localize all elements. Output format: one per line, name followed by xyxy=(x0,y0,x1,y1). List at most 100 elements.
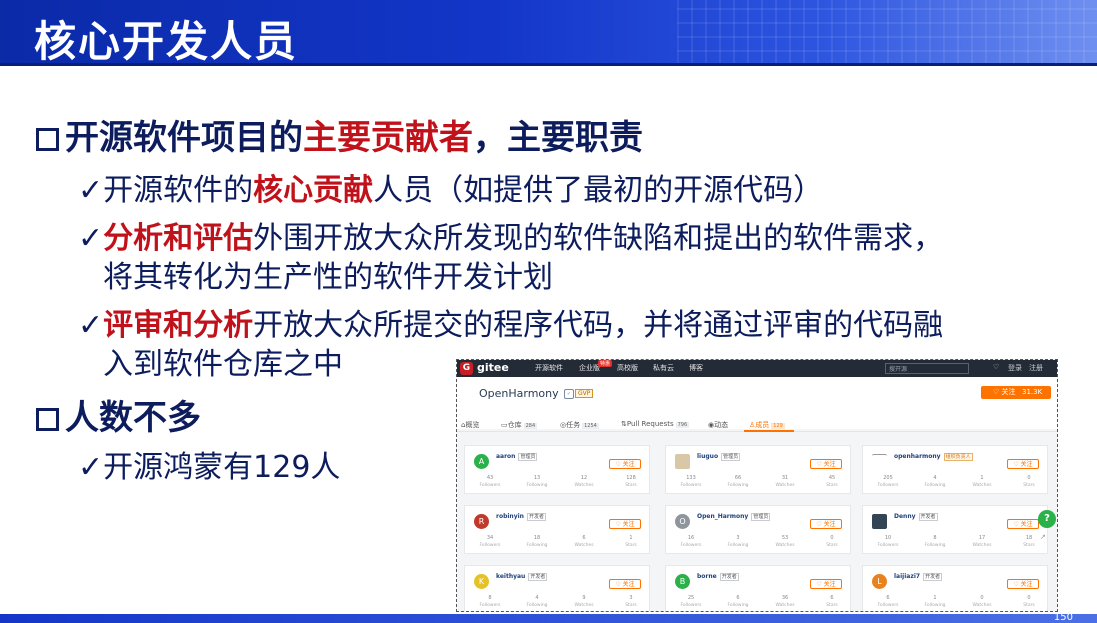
follow-button[interactable]: ♡ 关注 xyxy=(609,459,641,469)
member-stat[interactable]: 0 Stars xyxy=(817,535,847,548)
member-stat[interactable]: 1 Watches xyxy=(967,475,997,488)
member-stat[interactable]: 10 Followers xyxy=(873,535,903,548)
member-stat[interactable]: 0 Stars xyxy=(1014,595,1044,608)
member-stat[interactable]: 8 Followers xyxy=(475,595,505,608)
member-card[interactable]: Aaaron 管理员 ♡ 关注 43 Followers 13 Following 12 Wat… xyxy=(464,445,650,494)
member-stat[interactable]: 9 Watches xyxy=(569,595,599,608)
tab-activity[interactable]: ◉动态 xyxy=(708,420,728,430)
member-stat[interactable]: 3 Stars xyxy=(616,595,646,608)
gitee-brand[interactable]: gitee xyxy=(477,361,509,374)
member-stat[interactable]: 66 Following xyxy=(723,475,753,488)
member-stat[interactable]: 6 Stars xyxy=(817,595,847,608)
share-icon[interactable]: ↗ xyxy=(1040,533,1046,541)
member-stat[interactable]: 6 Watches xyxy=(569,535,599,548)
avatar[interactable]: O xyxy=(675,514,690,529)
member-stat[interactable]: 3 Following xyxy=(723,535,753,548)
avatar[interactable] xyxy=(872,454,887,470)
member-stat[interactable]: 128 Stars xyxy=(616,475,646,488)
member-stat[interactable]: 1 Following xyxy=(920,595,950,608)
member-stat[interactable]: 4 Following xyxy=(920,475,950,488)
follow-button[interactable]: ♡ 关注 xyxy=(1007,519,1039,529)
member-stat[interactable]: 6 Followers xyxy=(873,595,903,608)
member-card[interactable]: Bborne 开发者 ♡ 关注 25 Followers 6 Following 36 Watc… xyxy=(665,565,851,611)
avatar[interactable]: A xyxy=(474,454,489,469)
tab-pull-requests[interactable]: ⇅Pull Requests 796 xyxy=(621,420,690,428)
avatar[interactable] xyxy=(872,514,887,529)
member-stat[interactable]: 6 Following xyxy=(723,595,753,608)
follow-button[interactable]: ♡ 关注 xyxy=(810,579,842,589)
tab-members[interactable]: ♙成员 129 xyxy=(749,420,785,430)
follow-button[interactable]: ♡ 关注 xyxy=(609,579,641,589)
org-follow-button[interactable]: ♡ 关注 31.3K xyxy=(981,386,1051,399)
follow-button[interactable]: ♡ 关注 xyxy=(810,519,842,529)
member-stat[interactable]: 0 Stars xyxy=(1014,475,1044,488)
member-stat[interactable]: 12 Watches xyxy=(569,475,599,488)
member-name-text[interactable]: liuguo xyxy=(697,453,718,460)
register-link[interactable]: 注册 xyxy=(1029,363,1043,373)
member-stat[interactable]: 43 Followers xyxy=(475,475,505,488)
member-card[interactable]: Rrobinyin 开发者 ♡ 关注 34 Followers 18 Following 6 W… xyxy=(464,505,650,554)
member-stat[interactable]: 25 Followers xyxy=(676,595,706,608)
nav-item-private-cloud[interactable]: 私有云 xyxy=(653,363,674,373)
member-stat[interactable]: 18 Following xyxy=(522,535,552,548)
member-stat[interactable]: 4 Following xyxy=(522,595,552,608)
member-stat[interactable]: 205 Followers xyxy=(873,475,903,488)
org-name[interactable]: OpenHarmony xyxy=(479,387,559,400)
member-name-text[interactable]: laijiazi7 xyxy=(894,573,920,580)
member-name-text[interactable]: robinyin xyxy=(496,513,524,520)
member-name-text[interactable]: openharmony xyxy=(894,453,941,460)
tab-issues[interactable]: ◎任务 1254 xyxy=(560,420,599,430)
member-stat[interactable]: 13 Following xyxy=(522,475,552,488)
member-name-text[interactable]: Denny xyxy=(894,513,916,520)
search-input[interactable]: 搜开源 xyxy=(885,363,969,374)
member-name[interactable]: openharmony 组织负责人 xyxy=(894,453,973,461)
nav-item-blog[interactable]: 博客 xyxy=(689,363,703,373)
avatar[interactable]: B xyxy=(675,574,690,589)
member-name[interactable]: keithyau 开发者 xyxy=(496,573,548,581)
member-card[interactable]: openharmony 组织负责人 ♡ 关注 205 Followers 4 Followi… xyxy=(862,445,1048,494)
member-card[interactable]: O Open_Harmony 管理员 ♡ 关注 16 Followers 3 Followin… xyxy=(665,505,851,554)
login-link[interactable]: 登录 xyxy=(1008,363,1022,373)
member-name[interactable]: aaron 管理员 xyxy=(496,453,538,461)
avatar[interactable] xyxy=(675,454,690,469)
nav-item-university[interactable]: 高校版 xyxy=(617,363,638,373)
help-button[interactable]: ? xyxy=(1038,510,1056,528)
member-card[interactable]: Denny 开发者 ♡ 关注 10 Followers 8 Following 17 Watch… xyxy=(862,505,1048,554)
member-stat[interactable]: 34 Followers xyxy=(475,535,505,548)
member-stat[interactable]: 31 Watches xyxy=(770,475,800,488)
member-stat[interactable]: 17 Watches xyxy=(967,535,997,548)
member-stat[interactable]: 53 Watches xyxy=(770,535,800,548)
member-card[interactable]: liuguo 管理员 ♡ 关注 133 Followers 66 Following 31 Wa… xyxy=(665,445,851,494)
member-stat[interactable]: 0 Watches xyxy=(967,595,997,608)
member-name-text[interactable]: keithyau xyxy=(496,573,525,580)
member-stat[interactable]: 16 Followers xyxy=(676,535,706,548)
member-stat[interactable]: 36 Watches xyxy=(770,595,800,608)
member-stat[interactable]: 45 Stars xyxy=(817,475,847,488)
member-stat[interactable]: 133 Followers xyxy=(676,475,706,488)
tab-repos[interactable]: ▭仓库 284 xyxy=(501,420,538,430)
follow-button[interactable]: ♡ 关注 xyxy=(1007,459,1039,469)
member-name[interactable]: robinyin 开发者 xyxy=(496,513,546,521)
member-name[interactable]: Denny 开发者 xyxy=(894,513,938,521)
nav-item-enterprise[interactable]: 企业版 xyxy=(579,363,600,373)
nav-item-opensource[interactable]: 开源软件 xyxy=(535,363,563,373)
avatar[interactable]: R xyxy=(474,514,489,529)
member-name-text[interactable]: aaron xyxy=(496,453,515,460)
member-stat[interactable]: 1 Stars xyxy=(616,535,646,548)
gitee-logo-icon[interactable]: G xyxy=(460,362,473,375)
member-name[interactable]: borne 开发者 xyxy=(697,573,739,581)
avatar[interactable]: L xyxy=(872,574,887,589)
member-name-text[interactable]: Open_Harmony xyxy=(697,513,748,520)
member-card[interactable]: Kkeithyau 开发者 ♡ 关注 8 Followers 4 Following 9 Wat… xyxy=(464,565,650,611)
notification-icon[interactable]: ♡ xyxy=(993,363,999,371)
follow-button[interactable]: ♡ 关注 xyxy=(810,459,842,469)
member-name[interactable]: laijiazi7 开发者 xyxy=(894,573,943,581)
member-stat[interactable]: 8 Following xyxy=(920,535,950,548)
avatar[interactable]: K xyxy=(474,574,489,589)
member-name[interactable]: liuguo 管理员 xyxy=(697,453,741,461)
member-name-text[interactable]: borne xyxy=(697,573,717,580)
tab-overview[interactable]: ⌂概览 xyxy=(461,420,479,430)
follow-button[interactable]: ♡ 关注 xyxy=(1007,579,1039,589)
follow-button[interactable]: ♡ 关注 xyxy=(609,519,641,529)
member-card[interactable]: Llaijiazi7 开发者 ♡ 关注 6 Followers 1 Following 0 Wa… xyxy=(862,565,1048,611)
